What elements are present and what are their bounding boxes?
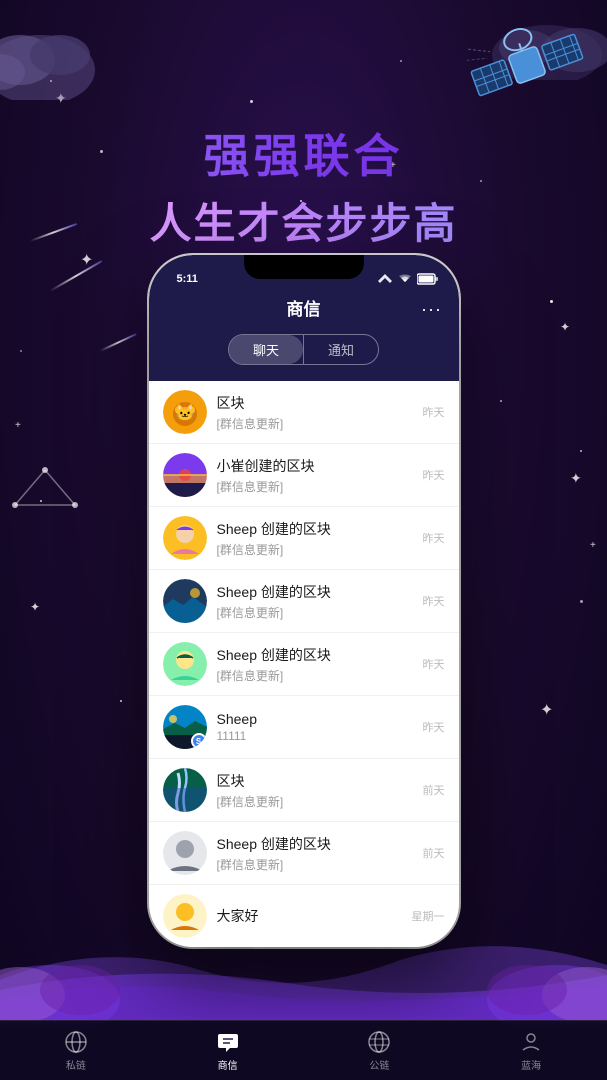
chat-name-7: 区块: [217, 771, 413, 791]
chat-name-3: Sheep 创建的区块: [217, 519, 413, 539]
bottom-nav: 私链 商信 公链 蓝海: [0, 1020, 607, 1080]
chat-list: 🐱 区块 [群信息更新] 昨天: [149, 381, 459, 947]
avatar-9: [163, 894, 207, 938]
cloud-bottom-right: [447, 945, 607, 1025]
chat-time-4: 昨天: [423, 593, 445, 609]
globe-icon: [367, 1030, 391, 1054]
constellation-left: [5, 460, 85, 530]
avatar-2: [163, 453, 207, 497]
chat-item-3[interactable]: Sheep 创建的区块 [群信息更新] 昨天: [149, 507, 459, 570]
chat-name-6: Sheep: [217, 711, 413, 727]
chat-time-3: 昨天: [423, 530, 445, 546]
nav-item-private-chain[interactable]: 私链: [0, 1021, 152, 1080]
chat-preview-1: [群信息更新]: [217, 415, 413, 432]
phone-mockup: 5:11: [149, 255, 459, 947]
tab-notify[interactable]: 通知: [304, 335, 378, 364]
chat-info-7: 区块 [群信息更新]: [217, 771, 413, 810]
chat-preview-7: [群信息更新]: [217, 793, 413, 810]
chain-icon: [64, 1030, 88, 1054]
chat-meta-5: 昨天: [423, 656, 445, 672]
person-icon: [519, 1030, 543, 1054]
chat-item-5[interactable]: Sheep 创建的区块 [群信息更新] 昨天: [149, 633, 459, 696]
chat-preview-3: [群信息更新]: [217, 541, 413, 558]
headline-line1: 强强联合: [0, 120, 607, 186]
chat-info-3: Sheep 创建的区块 [群信息更新]: [217, 519, 413, 558]
chat-icon: [216, 1030, 240, 1054]
nav-label-blue-ocean: 蓝海: [521, 1057, 541, 1072]
phone-body: 5:11: [149, 255, 459, 947]
headline-container: 强强联合 人生才会步步高: [0, 120, 607, 251]
chat-item-1[interactable]: 🐱 区块 [群信息更新] 昨天: [149, 381, 459, 444]
nav-item-blue-ocean[interactable]: 蓝海: [455, 1021, 607, 1080]
app-title: 商信: [287, 300, 321, 319]
nav-label-commerce: 商信: [218, 1057, 238, 1072]
chat-meta-9: 星期一: [412, 908, 445, 924]
status-time: 5:11: [169, 265, 198, 285]
chat-info-1: 区块 [群信息更新]: [217, 393, 413, 432]
headline-line2: 人生才会步步高: [0, 190, 607, 251]
svg-text:🐱: 🐱: [175, 404, 195, 422]
chat-meta-4: 昨天: [423, 593, 445, 609]
chat-name-4: Sheep 创建的区块: [217, 582, 413, 602]
chat-preview-5: [群信息更新]: [217, 667, 413, 684]
chat-name-5: Sheep 创建的区块: [217, 645, 413, 665]
chat-name-9: 大家好: [217, 906, 402, 926]
wifi-icon: [397, 273, 413, 285]
chat-meta-2: 昨天: [423, 467, 445, 483]
tab-bar: 聊天 通知: [149, 334, 459, 381]
chat-time-1: 昨天: [423, 404, 445, 420]
chat-item-8[interactable]: Sheep 创建的区块 [群信息更新] 前天: [149, 822, 459, 885]
app-header: 商信 ...: [149, 289, 459, 334]
chat-item-9[interactable]: 大家好 星期一: [149, 885, 459, 947]
menu-button[interactable]: ...: [421, 295, 442, 316]
chat-info-5: Sheep 创建的区块 [群信息更新]: [217, 645, 413, 684]
chat-meta-1: 昨天: [423, 404, 445, 420]
chat-time-2: 昨天: [423, 467, 445, 483]
nav-label-private-chain: 私链: [66, 1057, 86, 1072]
chat-info-6: Sheep 11111: [217, 711, 413, 743]
chat-meta-3: 昨天: [423, 530, 445, 546]
chat-info-9: 大家好: [217, 906, 402, 926]
phone-notch: [244, 255, 364, 279]
chat-name-1: 区块: [217, 393, 413, 413]
chat-name-2: 小崔创建的区块: [217, 456, 413, 476]
battery-icon: [417, 273, 439, 285]
chat-time-7: 前天: [423, 782, 445, 798]
avatar-7: [163, 768, 207, 812]
avatar-8: [163, 831, 207, 875]
nav-item-public-chain[interactable]: 公链: [304, 1021, 456, 1080]
avatar-5: [163, 642, 207, 686]
chat-preview-4: [群信息更新]: [217, 604, 413, 621]
tab-group: 聊天 通知: [228, 334, 379, 365]
cloud-bottom-left: [0, 945, 160, 1025]
chat-item-4[interactable]: Sheep 创建的区块 [群信息更新] 昨天: [149, 570, 459, 633]
chat-preview-2: [群信息更新]: [217, 478, 413, 495]
nav-label-public-chain: 公链: [369, 1057, 389, 1072]
chat-preview-8: [群信息更新]: [217, 856, 413, 873]
chat-info-4: Sheep 创建的区块 [群信息更新]: [217, 582, 413, 621]
chat-item-7[interactable]: 区块 [群信息更新] 前天: [149, 759, 459, 822]
chat-preview-6: 11111: [217, 729, 413, 743]
avatar-4: [163, 579, 207, 623]
chat-time-9: 星期一: [412, 908, 445, 924]
avatar-6: S: [163, 705, 207, 749]
chat-meta-8: 前天: [423, 845, 445, 861]
chat-info-8: Sheep 创建的区块 [群信息更新]: [217, 834, 413, 873]
signal-icon: [377, 273, 393, 285]
tab-chat[interactable]: 聊天: [229, 335, 303, 364]
chat-time-6: 昨天: [423, 719, 445, 735]
cloud-left: [0, 0, 140, 100]
status-icons: [377, 265, 439, 285]
chat-info-2: 小崔创建的区块 [群信息更新]: [217, 456, 413, 495]
chat-meta-7: 前天: [423, 782, 445, 798]
chat-item-6[interactable]: S Sheep 11111 昨天: [149, 696, 459, 759]
avatar-3: [163, 516, 207, 560]
chat-time-5: 昨天: [423, 656, 445, 672]
chat-name-8: Sheep 创建的区块: [217, 834, 413, 854]
chat-item-2[interactable]: 小崔创建的区块 [群信息更新] 昨天: [149, 444, 459, 507]
chat-meta-6: 昨天: [423, 719, 445, 735]
chat-time-8: 前天: [423, 845, 445, 861]
nav-item-commerce[interactable]: 商信: [152, 1021, 304, 1080]
avatar-1: 🐱: [163, 390, 207, 434]
